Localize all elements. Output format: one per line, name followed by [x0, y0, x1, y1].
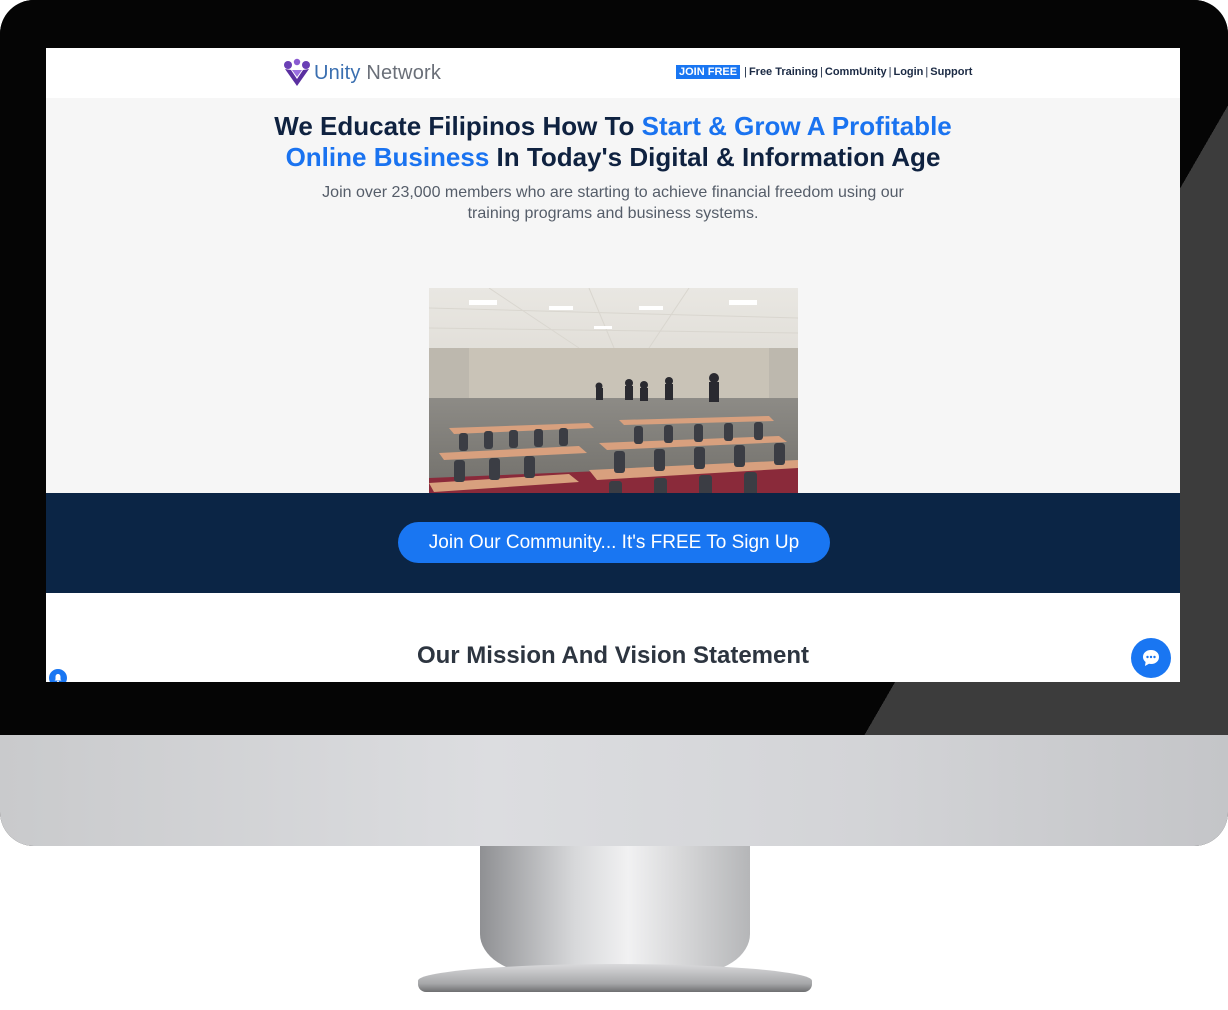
nav-separator: |: [888, 66, 892, 78]
nav-community[interactable]: CommUnity: [825, 66, 887, 78]
nav-separator: |: [820, 66, 823, 78]
hero-section: We Educate Filipinos How To Start & Grow…: [46, 98, 1180, 516]
chat-bubble-icon: [1143, 650, 1159, 666]
nav-support[interactable]: Support: [930, 66, 972, 78]
hero-subtext: Join over 23,000 members who are startin…: [322, 184, 904, 222]
monitor-stand: [418, 846, 812, 996]
bell-icon: [54, 674, 62, 682]
headline-highlight-2: Online Business: [285, 142, 490, 172]
nav-login[interactable]: Login: [893, 66, 923, 78]
headline-highlight-1: Start & Grow A Profitable: [641, 111, 952, 141]
site-header: Unity Network JOIN FREE | Free Training …: [46, 48, 1180, 98]
nav-separator: |: [744, 66, 747, 78]
logo-text-network: Network: [360, 61, 442, 84]
logo-text: Unity Network: [314, 62, 441, 85]
stand-foot: [418, 964, 812, 992]
cta-band: Join Our Community... It's FREE To Sign …: [46, 493, 1180, 593]
seminar-room-image: [429, 288, 798, 516]
mission-title: Our Mission And Vision Statement: [416, 642, 810, 669]
nav-separator: |: [925, 66, 929, 78]
unity-network-logo-icon: [284, 58, 310, 86]
headline-text-2: In Today's Digital & Information Age: [489, 142, 941, 172]
monitor-chin: [0, 735, 1228, 846]
website-screen: Unity Network JOIN FREE | Free Training …: [46, 48, 1180, 682]
chat-button[interactable]: [1131, 638, 1171, 678]
join-community-button[interactable]: Join Our Community... It's FREE To Sign …: [398, 522, 830, 563]
site-logo[interactable]: Unity Network: [282, 57, 441, 89]
mission-section: Our Mission And Vision Statement: [46, 593, 1180, 682]
notification-bell-button[interactable]: [48, 668, 68, 682]
headline-text-1: We Educate Filipinos How To: [274, 111, 642, 141]
nav-free-training[interactable]: Free Training: [749, 66, 818, 78]
seminar-room-photo: [429, 288, 798, 516]
hero-headline: We Educate Filipinos How To Start & Grow…: [46, 111, 1180, 173]
top-navigation: JOIN FREE | Free Training | CommUnity | …: [676, 65, 972, 79]
monitor-frame: Unity Network JOIN FREE | Free Training …: [0, 0, 1228, 846]
logo-text-unity: Unity: [314, 61, 361, 84]
stand-neck: [480, 846, 750, 974]
nav-join-free[interactable]: JOIN FREE: [676, 65, 741, 79]
